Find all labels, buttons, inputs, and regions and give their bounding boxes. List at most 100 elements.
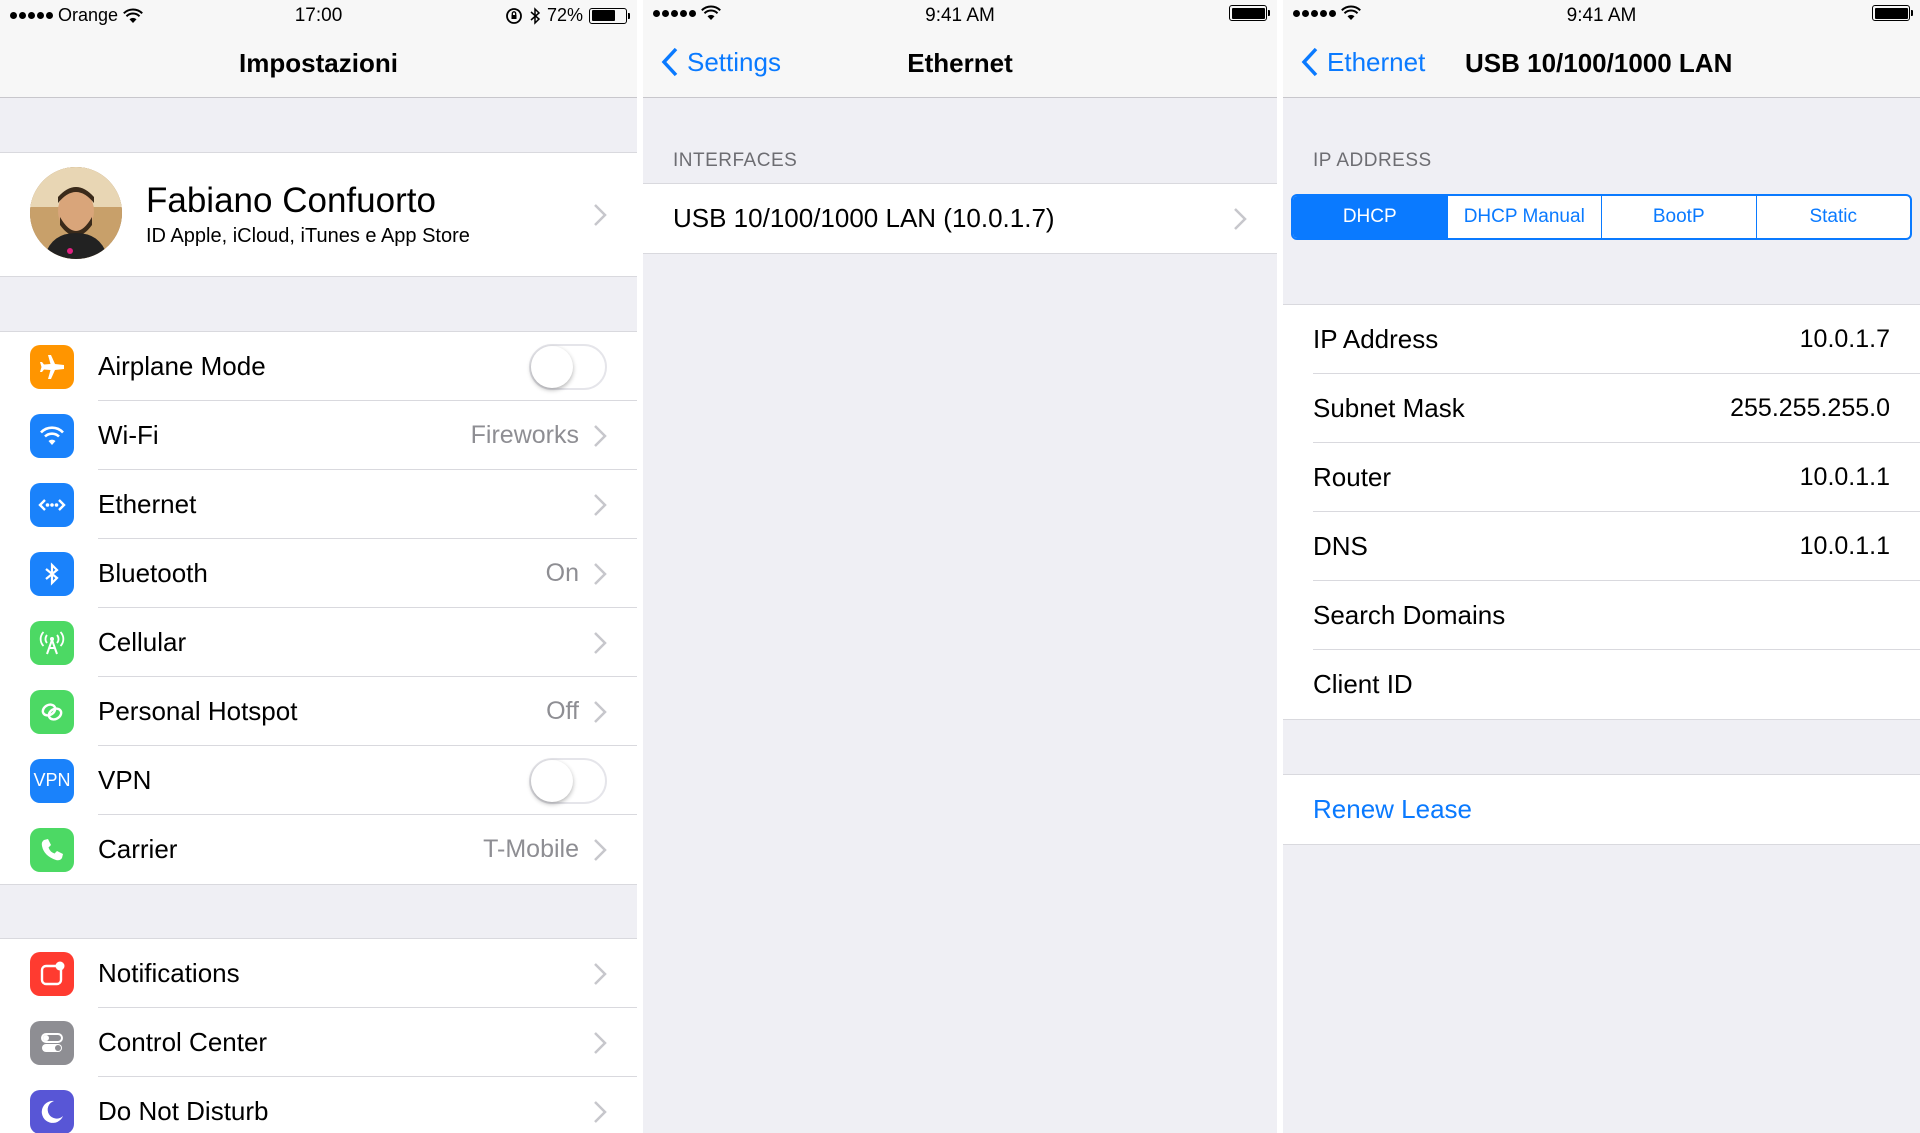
segment-bootp[interactable]: BootP	[1601, 196, 1756, 238]
chevron-right-icon	[594, 493, 607, 516]
field-row-ip-address: IP Address 10.0.1.7	[1283, 305, 1920, 374]
profile-row[interactable]: Fabiano Confuorto ID Apple, iCloud, iTun…	[0, 152, 637, 277]
airplane-icon	[30, 344, 74, 389]
status-time: 9:41 AM	[925, 5, 995, 26]
field-label: IP Address	[1313, 324, 1439, 354]
field-value: 10.0.1.1	[1799, 532, 1890, 560]
control-center-icon	[30, 1020, 74, 1065]
row-label: Personal Hotspot	[98, 696, 298, 726]
segment-dhcp[interactable]: DHCP	[1293, 196, 1447, 238]
battery-icon	[589, 7, 630, 24]
field-row-dns[interactable]: DNS 10.0.1.1	[1283, 512, 1920, 581]
chevron-right-icon	[594, 204, 607, 226]
status-time: 9:41 AM	[1566, 5, 1637, 26]
settings-row-vpn[interactable]: VPN VPN	[0, 746, 637, 815]
cellular-icon	[30, 620, 74, 665]
interface-row[interactable]: USB 10/100/1000 LAN (10.0.1.7)	[643, 184, 1277, 253]
settings-row-cellular[interactable]: Cellular	[0, 608, 637, 677]
chevron-right-icon	[594, 1031, 607, 1054]
status-bar: 9:41 AM	[1283, 0, 1920, 32]
vpn-icon: VPN	[30, 758, 74, 803]
field-value: 255.255.255.0	[1730, 394, 1890, 422]
nav-bar: Ethernet USB 10/100/1000 LAN	[1283, 32, 1920, 98]
row-value: Off	[546, 697, 579, 725]
bluetooth-status-icon	[530, 6, 541, 25]
row-label: Notifications	[98, 958, 240, 988]
settings-row-bluetooth[interactable]: Bluetooth On	[0, 539, 637, 608]
row-label: VPN	[98, 765, 152, 795]
settings-row-wifi[interactable]: Wi-Fi Fireworks	[0, 401, 637, 470]
row-value: On	[545, 559, 579, 587]
row-label: Do Not Disturb	[98, 1096, 269, 1126]
moon-icon	[30, 1089, 74, 1133]
chevron-right-icon	[1234, 207, 1247, 230]
profile-subtitle: ID Apple, iCloud, iTunes e App Store	[146, 225, 470, 247]
battery-icon	[1229, 5, 1270, 21]
page-title: USB 10/100/1000 LAN	[1465, 48, 1733, 78]
status-bar: 9:41 AM	[643, 0, 1277, 32]
field-row-client-id[interactable]: Client ID	[1283, 650, 1920, 719]
battery-percent: 72%	[546, 5, 583, 25]
bluetooth-icon	[30, 551, 74, 596]
settings-panel: Orange 17:00 72% Impostazioni Fabiano Co…	[0, 0, 637, 1133]
settings-row-ethernet[interactable]: Ethernet	[0, 470, 637, 539]
row-label: Carrier	[98, 834, 178, 864]
rotation-lock-icon	[506, 7, 522, 24]
segment-dhcp-manual[interactable]: DHCP Manual	[1446, 196, 1602, 238]
ethernet-panel: 9:41 AM Settings Ethernet INTERFACES USB…	[643, 0, 1277, 1133]
chevron-right-icon	[594, 838, 607, 861]
phone-icon	[30, 827, 74, 872]
page-title: Ethernet	[907, 48, 1013, 78]
nav-bar: Impostazioni	[0, 32, 637, 98]
renew-lease-label: Renew Lease	[1313, 794, 1472, 824]
chevron-right-icon	[594, 962, 607, 985]
field-label: Client ID	[1313, 669, 1413, 699]
row-value: Fireworks	[470, 421, 579, 449]
field-row-subnet-mask: Subnet Mask 255.255.255.0	[1283, 374, 1920, 443]
row-label: Wi-Fi	[98, 420, 159, 450]
interface-detail-panel: 9:41 AM Ethernet USB 10/100/1000 LAN IP …	[1283, 0, 1920, 1133]
field-label: DNS	[1313, 531, 1368, 561]
row-label: Ethernet	[98, 489, 197, 519]
renew-group: Renew Lease	[1283, 774, 1920, 845]
airplane-mode-toggle[interactable]	[529, 343, 607, 390]
settings-row-carrier[interactable]: Carrier T-Mobile	[0, 815, 637, 884]
renew-lease-button[interactable]: Renew Lease	[1283, 775, 1920, 844]
field-row-router: Router 10.0.1.1	[1283, 443, 1920, 512]
vpn-toggle[interactable]	[529, 757, 607, 804]
field-row-search-domains[interactable]: Search Domains	[1283, 581, 1920, 650]
back-button[interactable]: Ethernet	[1301, 46, 1425, 78]
notifications-icon	[30, 951, 74, 996]
row-label: Bluetooth	[98, 558, 208, 588]
chevron-right-icon	[594, 562, 607, 585]
back-label: Ethernet	[1327, 46, 1426, 77]
system-group: Notifications Control Center Do Not Dist…	[0, 938, 637, 1133]
ip-fields-group: IP Address 10.0.1.7 Subnet Mask 255.255.…	[1283, 304, 1920, 720]
chevron-right-icon	[594, 424, 607, 447]
row-value: T-Mobile	[483, 835, 579, 863]
row-label: Airplane Mode	[98, 351, 266, 381]
nav-bar: Settings Ethernet	[643, 32, 1277, 98]
field-value: 10.0.1.1	[1799, 463, 1890, 491]
chevron-right-icon	[594, 1100, 607, 1123]
connectivity-group: Airplane Mode Wi-Fi Fireworks Ethernet B…	[0, 331, 637, 885]
hotspot-icon	[30, 689, 74, 734]
field-label: Router	[1313, 462, 1392, 492]
status-bar: Orange 17:00 72%	[0, 0, 637, 32]
ethernet-icon	[30, 482, 74, 527]
segment-static[interactable]: Static	[1755, 196, 1911, 238]
section-header: IP ADDRESS	[1313, 150, 1432, 171]
field-label: Subnet Mask	[1313, 393, 1465, 423]
chevron-left-icon	[1301, 47, 1318, 77]
settings-row-do-not-disturb[interactable]: Do Not Disturb	[0, 1077, 637, 1133]
settings-row-notifications[interactable]: Notifications	[0, 939, 637, 1008]
profile-name: Fabiano Confuorto	[146, 181, 436, 220]
chevron-right-icon	[594, 700, 607, 723]
wifi-icon	[30, 413, 74, 458]
settings-row-control-center[interactable]: Control Center	[0, 1008, 637, 1077]
settings-row-personal-hotspot[interactable]: Personal Hotspot Off	[0, 677, 637, 746]
interfaces-group: USB 10/100/1000 LAN (10.0.1.7)	[643, 183, 1277, 254]
settings-row-airplane-mode[interactable]: Airplane Mode	[0, 332, 637, 401]
ip-mode-segmented-control: DHCP DHCP Manual BootP Static	[1291, 194, 1912, 240]
field-value: 10.0.1.7	[1799, 325, 1890, 353]
